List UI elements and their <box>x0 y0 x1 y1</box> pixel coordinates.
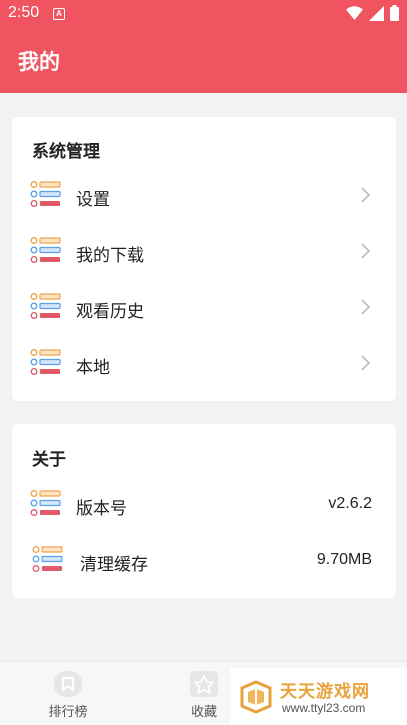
nav-label: 收藏 <box>190 705 217 720</box>
chevron-right-icon <box>361 187 371 203</box>
downloads-row[interactable]: 我的下载 <box>12 229 396 275</box>
system-management-card: 系统管理 设置 我的下载 观看历史 本地 <box>12 117 396 401</box>
ranking-icon <box>54 671 82 697</box>
status-icons <box>346 5 399 21</box>
downloads-label: 我的下载 <box>76 246 144 266</box>
history-row[interactable]: 观看历史 <box>12 285 396 331</box>
version-label: 版本号 <box>76 499 127 519</box>
watermark-title: 天天游戏网 <box>280 682 370 702</box>
wifi-icon <box>346 6 363 20</box>
chevron-right-icon <box>361 243 371 259</box>
settings-label: 设置 <box>76 190 110 210</box>
version-row: 版本号 v2.6.2 <box>12 482 396 528</box>
status-time: 2:50 <box>8 4 40 21</box>
list-icon <box>30 181 61 207</box>
about-card: 关于 版本号 v2.6.2 清理缓存 9.70MB <box>12 424 396 598</box>
section-title: 关于 <box>32 450 66 470</box>
history-label: 观看历史 <box>76 302 144 322</box>
clear-cache-label: 清理缓存 <box>80 555 148 575</box>
battery-icon <box>390 5 399 21</box>
watermark: 天天游戏网 www.ttyl23.com <box>230 668 407 725</box>
nav-item-favorites[interactable]: 收藏 <box>174 670 234 720</box>
signal-icon <box>369 5 384 21</box>
nav-label: 排行榜 <box>48 705 88 720</box>
favorites-icon <box>190 671 218 697</box>
nav-item-ranking[interactable]: 排行榜 <box>38 670 98 720</box>
watermark-url: www.ttyl23.com <box>282 701 366 715</box>
chevron-right-icon <box>361 355 371 371</box>
list-icon <box>30 293 61 319</box>
version-value: v2.6.2 <box>328 495 372 512</box>
list-icon <box>30 490 61 516</box>
local-label: 本地 <box>76 358 110 378</box>
list-icon <box>32 546 63 572</box>
local-row[interactable]: 本地 <box>12 341 396 387</box>
app-bar: 我的 <box>0 28 407 93</box>
clear-cache-row[interactable]: 清理缓存 9.70MB <box>12 538 396 584</box>
a-icon: A <box>53 8 65 20</box>
section-title: 系统管理 <box>32 142 100 162</box>
cache-size-value: 9.70MB <box>316 551 372 568</box>
list-icon <box>30 349 61 375</box>
watermark-logo-icon <box>240 680 272 714</box>
list-icon <box>30 237 61 263</box>
page-title: 我的 <box>18 50 60 74</box>
settings-row[interactable]: 设置 <box>12 173 396 219</box>
chevron-right-icon <box>361 299 371 315</box>
status-bar: 2:50 A <box>0 0 407 28</box>
